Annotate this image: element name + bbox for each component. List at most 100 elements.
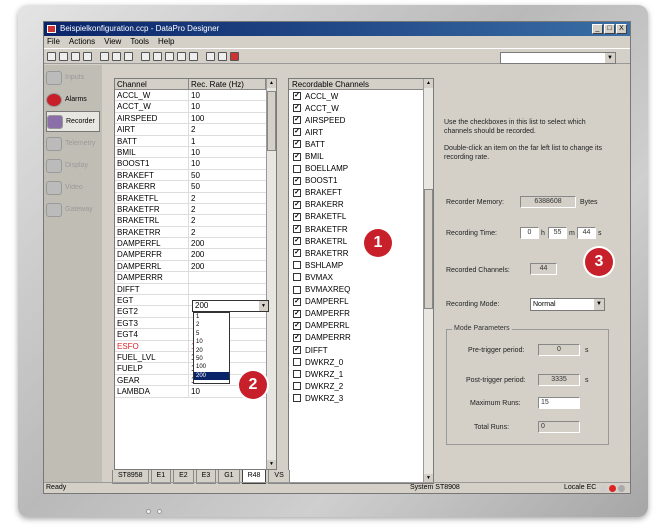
- minimize-button[interactable]: _: [592, 24, 603, 34]
- list-item[interactable]: BVMAX: [289, 271, 433, 283]
- checkbox-checked-icon[interactable]: ✓: [293, 116, 301, 125]
- list-item[interactable]: ✓ BRAKETRR: [289, 247, 433, 259]
- rate-cell[interactable]: [189, 272, 266, 282]
- checkbox-icon[interactable]: [293, 164, 301, 173]
- sidebar-item-video[interactable]: Video: [46, 177, 100, 198]
- table-row[interactable]: BRAKETRL 2: [115, 215, 276, 227]
- menu-tools[interactable]: Tools: [130, 36, 149, 48]
- checkbox-checked-icon[interactable]: ✓: [293, 237, 301, 246]
- menu-actions[interactable]: Actions: [69, 36, 95, 48]
- list-item[interactable]: ✓ DAMPERFL: [289, 296, 433, 308]
- checkbox-checked-icon[interactable]: ✓: [293, 152, 301, 161]
- table-row[interactable]: DAMPERFR 200: [115, 249, 276, 261]
- new-icon[interactable]: [47, 52, 56, 61]
- table-row[interactable]: AIRSPEED 100: [115, 112, 276, 125]
- checkbox-checked-icon[interactable]: ✓: [293, 333, 301, 342]
- list-item[interactable]: DWKRZ_0: [289, 356, 433, 368]
- stop-icon[interactable]: [230, 52, 239, 61]
- dropdown-option[interactable]: 50: [196, 355, 229, 363]
- list-item[interactable]: ✓ AIRT: [289, 126, 433, 138]
- sidebar-item-gateway[interactable]: Gateway: [46, 199, 100, 220]
- menu-help[interactable]: Help: [158, 36, 174, 48]
- column-header-rate[interactable]: Rec. Rate (Hz): [189, 79, 266, 89]
- table-row[interactable]: BRAKETFL 2: [115, 192, 276, 204]
- scroll-thumb[interactable]: [267, 91, 276, 151]
- table-row[interactable]: BOOST1 10: [115, 158, 276, 170]
- dropdown-option[interactable]: 20: [196, 347, 229, 355]
- list-item[interactable]: ✓ BRAKEFT: [289, 187, 433, 199]
- rate-cell[interactable]: 10: [189, 101, 266, 111]
- dropdown-option[interactable]: 2: [196, 321, 229, 329]
- chevron-down-icon[interactable]: ▼: [594, 299, 604, 310]
- table-row[interactable]: BATT 1: [115, 135, 276, 147]
- list-item[interactable]: ✓ DAMPERFR: [289, 308, 433, 320]
- maximum-runs-field[interactable]: 15: [538, 397, 580, 409]
- dropdown-option[interactable]: 10: [196, 338, 229, 346]
- scroll-down-icon[interactable]: ▼: [267, 460, 276, 469]
- list-item[interactable]: ✓ DIFFT: [289, 344, 433, 356]
- table-row[interactable]: BMIL 10: [115, 146, 276, 159]
- checkbox-checked-icon[interactable]: ✓: [293, 225, 301, 234]
- rate-cell[interactable]: [189, 284, 266, 294]
- checkbox-checked-icon[interactable]: ✓: [293, 249, 301, 258]
- checkbox-icon[interactable]: [293, 394, 301, 403]
- table-row[interactable]: BRAKEFT 50: [115, 169, 276, 182]
- find-icon[interactable]: [100, 52, 109, 61]
- checkbox-checked-icon[interactable]: ✓: [293, 128, 301, 137]
- table-row[interactable]: ACCT_W 10: [115, 101, 276, 113]
- post-trigger-field[interactable]: 3335: [538, 374, 580, 386]
- list-item[interactable]: ✓ BMIL: [289, 150, 433, 162]
- table-row[interactable]: DAMPERFL 200: [115, 238, 276, 250]
- scroll-up-icon[interactable]: ▲: [424, 79, 433, 88]
- print-icon[interactable]: [83, 52, 92, 61]
- rate-cell[interactable]: 2: [189, 227, 266, 237]
- checkbox-checked-icon[interactable]: ✓: [293, 297, 301, 306]
- chevron-down-icon[interactable]: ▼: [259, 301, 268, 311]
- time-hours-field[interactable]: 0: [520, 227, 539, 239]
- list-item[interactable]: ✓ ACCT_W: [289, 102, 433, 114]
- checkbox-icon[interactable]: [293, 273, 301, 282]
- list-item[interactable]: ✓ BRAKERR: [289, 199, 433, 211]
- list-item[interactable]: BOELLAMP: [289, 163, 433, 175]
- connect-icon[interactable]: [177, 52, 186, 61]
- list-item[interactable]: DWKRZ_3: [289, 392, 433, 404]
- checkbox-checked-icon[interactable]: ✓: [293, 176, 301, 185]
- table-row[interactable]: BRAKERR 50: [115, 181, 276, 193]
- rate-cell[interactable]: 50: [189, 181, 266, 191]
- list-item[interactable]: ✓ BOOST1: [289, 175, 433, 187]
- checkbox-checked-icon[interactable]: ✓: [293, 321, 301, 330]
- download-icon[interactable]: [153, 52, 162, 61]
- dropdown-option[interactable]: 5: [196, 330, 229, 338]
- checkbox-checked-icon[interactable]: ✓: [293, 346, 301, 355]
- tool-icon[interactable]: [124, 52, 133, 61]
- toolbar-combo[interactable]: ▼: [500, 52, 616, 64]
- close-button[interactable]: X: [616, 24, 627, 34]
- rate-cell[interactable]: 1: [189, 136, 266, 146]
- list-item[interactable]: ✓ DAMPERRL: [289, 320, 433, 332]
- menu-file[interactable]: File: [47, 36, 60, 48]
- list-item[interactable]: BVMAXREQ: [289, 284, 433, 296]
- rate-cell[interactable]: 100: [189, 113, 266, 123]
- channels-scrollbar[interactable]: ▲ ▼: [423, 79, 433, 483]
- list-item[interactable]: DWKRZ_2: [289, 380, 433, 392]
- table-row[interactable]: DAMPERRR: [115, 272, 276, 284]
- checkbox-checked-icon[interactable]: ✓: [293, 140, 301, 149]
- checkbox-icon[interactable]: [293, 382, 301, 391]
- sidebar-item-recorder[interactable]: Recorder: [46, 111, 100, 132]
- checkbox-checked-icon[interactable]: ✓: [293, 104, 301, 113]
- menu-view[interactable]: View: [104, 36, 121, 48]
- rate-cell[interactable]: 2: [189, 204, 266, 214]
- rate-cell[interactable]: 200: [189, 249, 266, 259]
- rate-cell[interactable]: 10: [189, 90, 266, 100]
- rate-cell[interactable]: 2: [189, 193, 266, 203]
- sidebar-item-inputs[interactable]: Inputs: [46, 67, 100, 88]
- checkbox-icon[interactable]: [293, 261, 301, 270]
- rate-cell[interactable]: 50: [189, 170, 266, 180]
- dropdown-option[interactable]: 1: [196, 313, 229, 321]
- column-header-channel[interactable]: Channel: [115, 79, 189, 89]
- open-icon[interactable]: [59, 52, 68, 61]
- list-item[interactable]: ✓ ACCL_W: [289, 90, 433, 102]
- table-row[interactable]: ACCL_W 10: [115, 90, 276, 102]
- maximize-button[interactable]: □: [604, 24, 615, 34]
- table-row[interactable]: DIFFT: [115, 283, 276, 296]
